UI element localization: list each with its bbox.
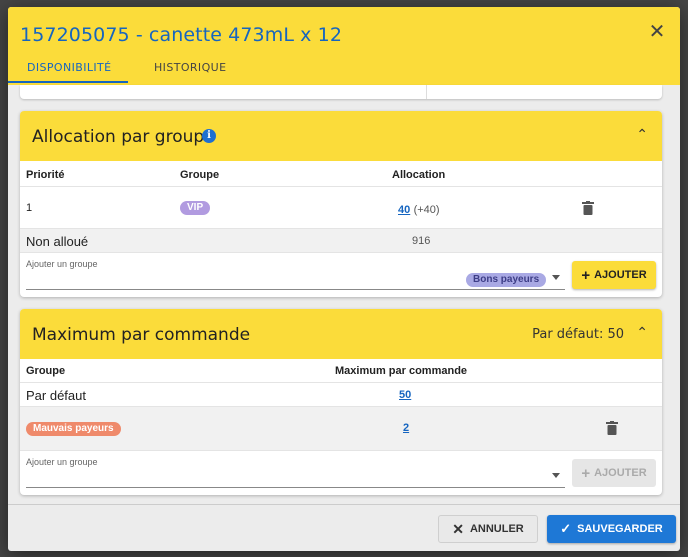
add-group-label: Ajouter un groupe <box>26 457 98 467</box>
header-max: Maximum par commande <box>335 365 468 377</box>
allocation-value: 40 (+40) <box>398 202 440 216</box>
plus-icon: + <box>581 464 591 482</box>
priority-value: 1 <box>26 202 33 214</box>
default-value-label: Par défaut: 50 <box>532 327 624 342</box>
header-group: Groupe <box>26 365 66 377</box>
group-default: Par défaut <box>26 388 86 403</box>
allocation-header-row: Priorité Groupe Allocation <box>20 161 662 187</box>
max-order-card: Maximum par commande Par défaut: 50 ⌃ Gr… <box>20 309 662 495</box>
header-group: Groupe <box>180 169 220 181</box>
add-button-label: AJOUTER <box>594 269 647 281</box>
add-button-label: AJOUTER <box>594 467 647 479</box>
close-icon[interactable]: ✕ <box>646 21 668 43</box>
allocation-title: Allocation par groupe <box>32 127 215 147</box>
allocation-link[interactable]: 40 <box>398 204 410 216</box>
save-button[interactable]: ✓ SAUVEGARDER <box>547 515 676 543</box>
chevron-up-icon[interactable]: ⌃ <box>636 324 648 341</box>
max-mauvais-link[interactable]: 2 <box>403 422 409 434</box>
header-allocation: Allocation <box>392 169 446 181</box>
add-group-area: Ajouter un groupe + AJOUTER <box>20 451 662 495</box>
cancel-label: ANNULER <box>469 523 524 535</box>
allocation-card-header[interactable]: Allocation par groupe i ⌃ <box>20 111 662 161</box>
add-group-button-disabled[interactable]: + AJOUTER <box>572 459 656 487</box>
active-tab-indicator <box>8 81 128 83</box>
max-order-header-row: Groupe Maximum par commande <box>20 359 662 383</box>
footer-divider <box>8 504 680 505</box>
save-label: SAUVEGARDER <box>577 523 663 535</box>
dialog-title: 157205075 - canette 473mL x 12 <box>20 24 343 46</box>
unallocated-label: Non alloué <box>26 234 89 249</box>
table-row: Par défaut 50 <box>20 383 662 407</box>
group-chip-mauvais-payeurs: Mauvais payeurs <box>26 422 121 436</box>
add-group-area: Ajouter un groupe Bons payeurs + AJOUTER <box>20 253 662 297</box>
add-group-button[interactable]: + AJOUTER <box>572 261 656 289</box>
add-group-label: Ajouter un groupe <box>26 259 98 269</box>
add-group-select[interactable] <box>26 487 565 488</box>
allocation-card: Allocation par groupe i ⌃ Priorité Group… <box>20 111 662 297</box>
max-default-link[interactable]: 50 <box>399 389 411 401</box>
chevron-up-icon[interactable]: ⌃ <box>636 126 648 143</box>
group-chip-bons-payeurs[interactable]: Bons payeurs <box>466 273 547 287</box>
chevron-down-icon[interactable] <box>552 275 560 280</box>
trash-icon[interactable] <box>606 421 618 435</box>
allocation-delta: (+40) <box>413 204 440 216</box>
check-icon: ✓ <box>560 521 572 536</box>
tab-disponibilite[interactable]: DISPONIBILITÉ <box>27 61 112 74</box>
group-chip-vip: VIP <box>180 201 211 215</box>
chevron-down-icon[interactable] <box>552 473 560 478</box>
unallocated-row: Non alloué 916 <box>20 229 662 253</box>
plus-icon: + <box>581 266 591 284</box>
info-icon[interactable]: i <box>202 129 216 143</box>
cancel-button[interactable]: ✕ ANNULER <box>438 515 538 543</box>
trash-icon[interactable] <box>582 201 594 215</box>
close-icon: ✕ <box>452 520 464 537</box>
max-order-card-header[interactable]: Maximum par commande Par défaut: 50 ⌃ <box>20 309 662 359</box>
table-row: 1 VIP 40 (+40) <box>20 187 662 229</box>
previous-card-stub <box>20 85 662 99</box>
dialog-header: 157205075 - canette 473mL x 12 ✕ DISPONI… <box>8 7 680 85</box>
tab-historique[interactable]: HISTORIQUE <box>154 61 226 74</box>
header-priority: Priorité <box>26 169 65 181</box>
unallocated-value: 916 <box>412 235 431 247</box>
max-order-title: Maximum par commande <box>32 325 251 345</box>
add-group-select[interactable] <box>26 289 565 290</box>
product-dialog: 157205075 - canette 473mL x 12 ✕ DISPONI… <box>8 7 680 551</box>
table-row: Mauvais payeurs 2 <box>20 407 662 451</box>
